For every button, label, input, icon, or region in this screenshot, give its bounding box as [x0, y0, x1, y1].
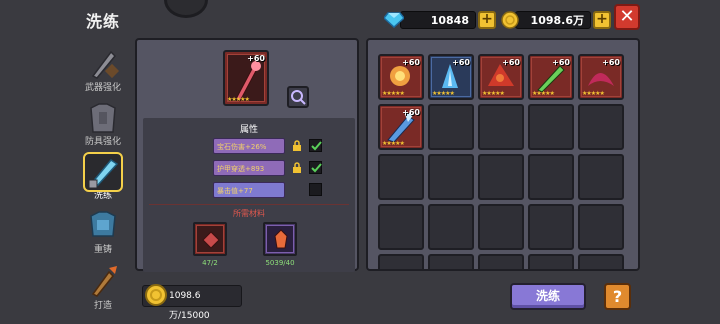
recast-icon — [83, 206, 123, 246]
empty-slot[interactable] — [428, 154, 474, 200]
wash-button[interactable]: 洗练 — [510, 283, 586, 310]
empty-slot[interactable] — [378, 254, 424, 269]
top-decoration — [164, 0, 208, 18]
empty-slot[interactable] — [478, 254, 524, 269]
empty-slot[interactable] — [528, 254, 574, 269]
inventory-slot[interactable]: +60 ★★★★★ — [578, 54, 624, 100]
sidebar-item-forge[interactable]: 打造 — [78, 262, 128, 318]
add-coins-button[interactable]: + — [593, 11, 611, 29]
ore-icon — [202, 231, 220, 249]
weapon-icon — [83, 44, 123, 84]
item-level: +60 — [247, 54, 265, 63]
sword-icon — [83, 152, 123, 192]
check-icon — [311, 163, 322, 173]
attribute-row: 暴击值+77 — [213, 182, 285, 198]
sidebar-item-recast[interactable]: 重铸 — [78, 206, 128, 262]
gem-count: 10848 — [400, 11, 476, 29]
sidebar-item-armor-enhance[interactable]: 防具强化 — [78, 98, 128, 154]
attribute-section: 属性 宝石伤害+26% 护甲穿透+893 暴击值+77 所需材料 47/2 50… — [143, 118, 355, 272]
empty-slot[interactable] — [578, 204, 624, 250]
attribute-row: 护甲穿透+893 — [213, 160, 285, 176]
coin-icon — [501, 11, 519, 29]
item-stars: ★★★★★ — [227, 96, 250, 103]
item-level: +60 — [452, 58, 470, 67]
item-level: +60 — [502, 58, 520, 67]
material-slot[interactable] — [193, 222, 227, 256]
inventory-slot[interactable]: +60 ★★★★★ — [428, 54, 474, 100]
empty-slot[interactable] — [528, 104, 574, 150]
armor-icon — [83, 98, 123, 138]
empty-slot[interactable] — [578, 254, 624, 269]
item-level: +60 — [402, 108, 420, 117]
empty-slot[interactable] — [428, 254, 474, 269]
item-level: +60 — [552, 58, 570, 67]
check-icon — [311, 141, 322, 151]
coin-icon — [145, 284, 167, 306]
page-title: 洗练 — [86, 12, 121, 31]
item-stars: ★★★★★ — [582, 90, 605, 97]
coin-currency: 1098.6万 + — [501, 10, 611, 30]
gem-currency: 10848 + — [384, 10, 496, 30]
coin-count: 1098.6万 — [515, 11, 591, 29]
item-stars: ★★★★★ — [432, 90, 455, 97]
magnifier-icon — [291, 90, 306, 105]
lock-icon[interactable] — [291, 162, 303, 174]
attribute-checkbox[interactable] — [309, 139, 322, 152]
material-slot[interactable] — [263, 222, 297, 256]
inventory-grid: +60 ★★★★★ +60 ★★★★★ +60 ★★★★★ +60 ★★★★★ … — [366, 38, 640, 271]
add-gems-button[interactable]: + — [478, 11, 496, 29]
materials-title: 所需材料 — [233, 209, 265, 218]
material-count: 47/2 — [202, 259, 218, 267]
inventory-slot[interactable]: +60 ★★★★★ — [528, 54, 574, 100]
item-level: +60 — [402, 58, 420, 67]
attribute-title: 属性 — [239, 125, 258, 135]
gem-icon — [384, 12, 404, 28]
empty-slot[interactable] — [378, 204, 424, 250]
item-stars: ★★★★★ — [382, 140, 405, 147]
empty-slot[interactable] — [378, 154, 424, 200]
lock-icon[interactable] — [291, 140, 303, 152]
empty-slot[interactable] — [578, 154, 624, 200]
help-button[interactable]: ? — [604, 283, 631, 310]
inventory-slot[interactable]: +60 ★★★★★ — [378, 54, 424, 100]
sidebar-item-weapon-enhance[interactable]: 武器强化 — [78, 44, 128, 100]
empty-slot[interactable] — [528, 154, 574, 200]
attribute-checkbox[interactable] — [309, 183, 322, 196]
empty-slot[interactable] — [578, 104, 624, 150]
item-stars: ★★★★★ — [382, 90, 405, 97]
crystal-icon — [274, 229, 288, 249]
empty-slot[interactable] — [428, 204, 474, 250]
forge-icon — [83, 262, 123, 302]
empty-slot[interactable] — [528, 204, 574, 250]
item-stars: ★★★★★ — [482, 90, 505, 97]
attribute-checkbox[interactable] — [309, 161, 322, 174]
material-count: 5039/40 — [265, 259, 295, 267]
inventory-slot[interactable]: +60 ★★★★★ — [478, 54, 524, 100]
selected-item-slot[interactable]: +60 ★★★★★ — [223, 50, 269, 106]
close-button[interactable]: ✕ — [614, 4, 640, 30]
empty-slot[interactable] — [428, 104, 474, 150]
inspect-button[interactable] — [287, 86, 309, 108]
inventory-slot[interactable]: +60 ★★★★★ — [378, 104, 424, 150]
divider — [149, 204, 349, 205]
empty-slot[interactable] — [478, 154, 524, 200]
attribute-row: 宝石伤害+26% — [213, 138, 285, 154]
item-level: +60 — [602, 58, 620, 67]
wash-panel: +60 ★★★★★ 属性 宝石伤害+26% 护甲穿透+893 暴击值+77 所需… — [135, 38, 359, 272]
sidebar-item-wash[interactable]: 洗练 — [78, 152, 128, 208]
empty-slot[interactable] — [478, 104, 524, 150]
empty-slot[interactable] — [478, 204, 524, 250]
item-stars: ★★★★★ — [532, 90, 555, 97]
